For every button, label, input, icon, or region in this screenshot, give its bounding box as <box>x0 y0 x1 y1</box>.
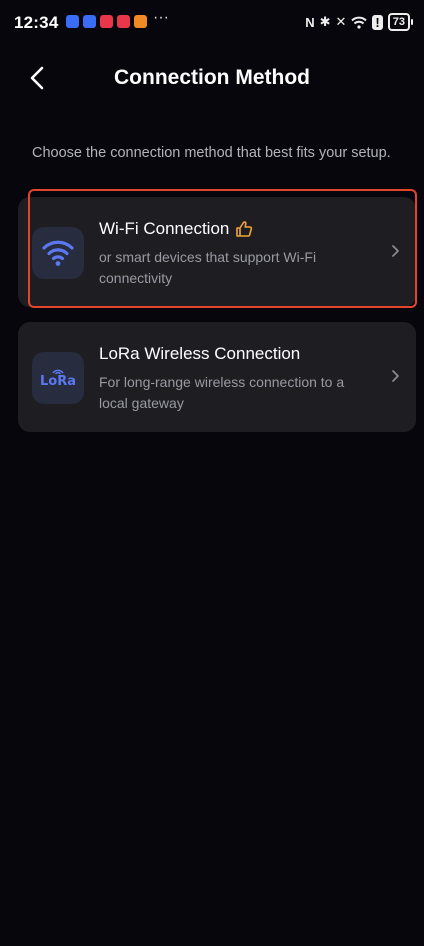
option-title-text: LoRa Wireless Connection <box>99 344 301 363</box>
notification-overflow: ··· <box>153 9 169 26</box>
mute-icon: ✕ <box>335 14 347 29</box>
lora-icon-tile: LoRa <box>32 352 84 404</box>
alert-icon: ! <box>372 14 383 30</box>
notification-icon <box>117 15 130 28</box>
notification-icon <box>66 15 79 28</box>
option-title: LoRa Wireless Connection <box>99 344 300 364</box>
page-title: Connection Method <box>114 66 310 89</box>
bluetooth-icon: ✱ <box>319 14 331 29</box>
notification-icon <box>100 15 113 28</box>
lora-icon: LoRa <box>40 374 76 389</box>
header: Connection Method <box>0 52 424 104</box>
intro-text: Choose the connection method that best f… <box>32 145 391 161</box>
status-bar: 12:34 ··· N ✱ ✕ ! 73 <box>0 0 424 44</box>
notification-icon <box>134 15 147 28</box>
chevron-right-icon <box>392 370 399 382</box>
option-description: For long-range wireless connection to a … <box>99 374 345 411</box>
notification-icon <box>83 15 96 28</box>
lora-connection-option[interactable]: LoRa LoRa Wireless Connection For long-r… <box>18 322 416 432</box>
battery-indicator: 73 <box>387 13 414 31</box>
status-time: 12:34 <box>14 13 59 32</box>
nfc-icon: N <box>305 14 315 30</box>
status-icons: N ✱ ✕ ! 73 <box>305 12 414 32</box>
highlight-box <box>28 189 417 308</box>
wifi-status-icon <box>351 16 368 29</box>
